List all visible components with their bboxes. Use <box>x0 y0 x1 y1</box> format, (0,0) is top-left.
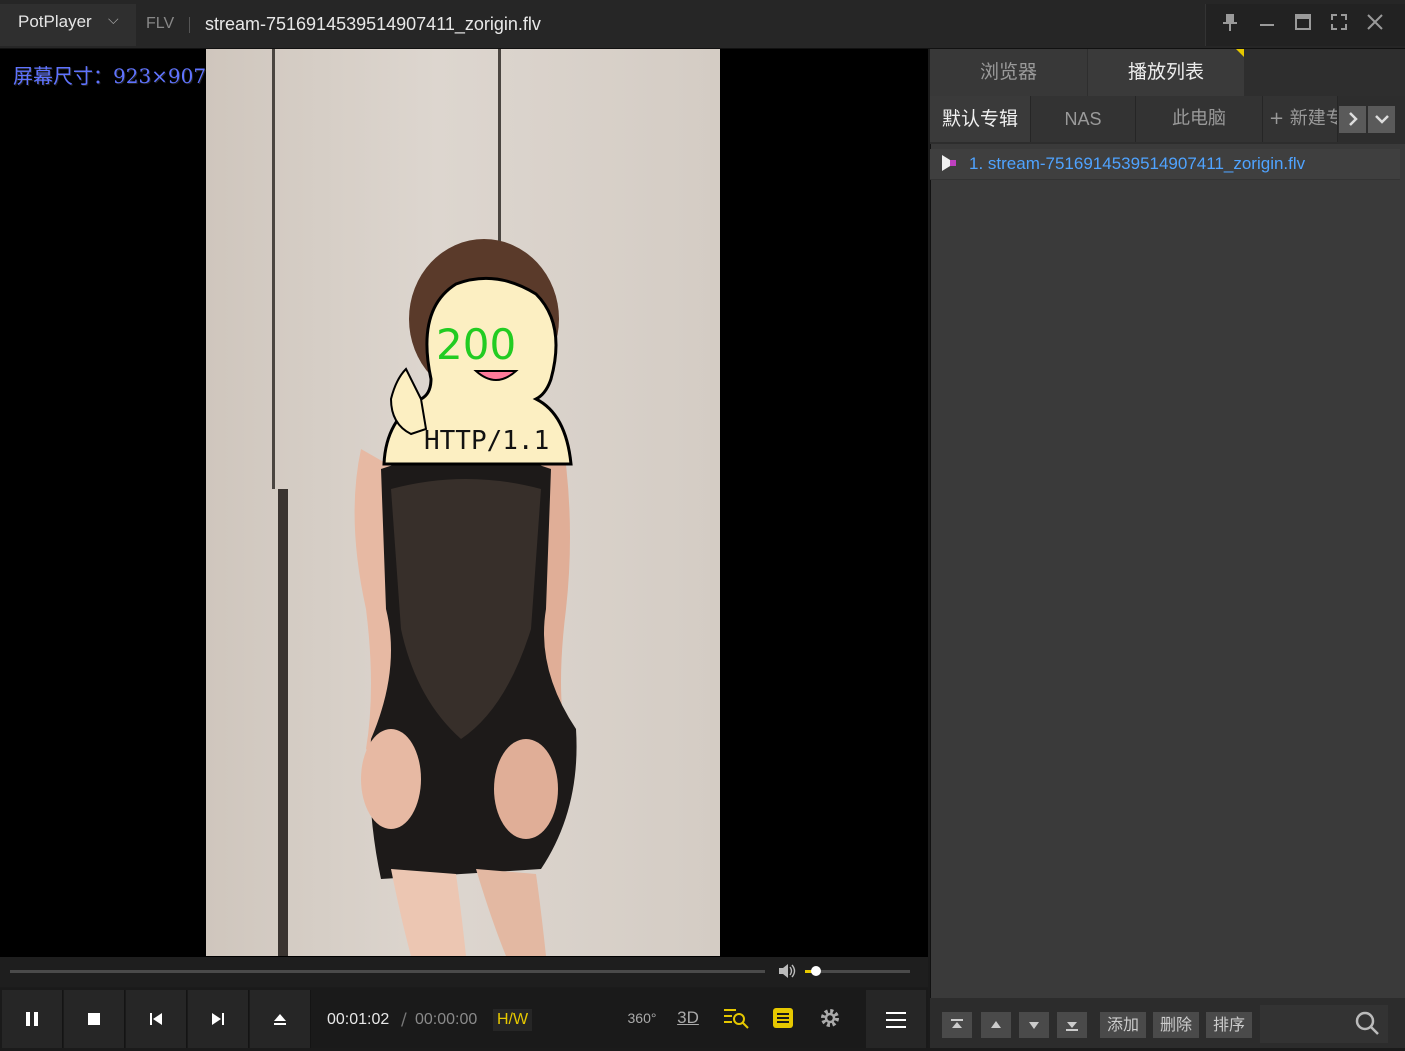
sticker-protocol: HTTP/1.1 <box>424 426 549 456</box>
volume-slider[interactable] <box>805 970 910 973</box>
sticker-status-code: 200 <box>436 320 516 369</box>
settings-gear-icon[interactable] <box>816 1003 844 1033</box>
move-top-icon[interactable] <box>942 1012 972 1038</box>
fullscreen-icon[interactable] <box>1326 10 1352 36</box>
tab-nas[interactable]: NAS <box>1031 96 1136 142</box>
vr-360-icon[interactable]: 360° <box>624 1003 660 1033</box>
format-label: FLV <box>146 15 175 32</box>
tab-default-album[interactable]: 默认专辑 <box>930 96 1031 142</box>
osd-screen-size: 屏幕尺寸：923×907 <box>13 64 207 88</box>
pin-icon[interactable] <box>1217 10 1243 36</box>
stop-button[interactable] <box>64 990 125 1048</box>
add-button[interactable]: 添加 <box>1100 1012 1146 1038</box>
time-separator: / <box>401 1010 407 1030</box>
3d-icon[interactable]: 3D <box>674 1003 702 1033</box>
volume-icon[interactable] <box>778 963 796 983</box>
new-album-button[interactable]: + 新建专辑 <box>1263 96 1338 142</box>
app-name[interactable]: PotPlayer <box>18 12 92 32</box>
now-playing-marker <box>950 160 956 166</box>
active-tab-marker <box>1236 49 1244 57</box>
time-current: 00:01:02 <box>327 1011 390 1028</box>
move-up-icon[interactable] <box>981 1012 1011 1038</box>
chevron-down-icon[interactable]: ⌵ <box>108 12 119 28</box>
minimize-icon[interactable] <box>1254 10 1280 36</box>
playlist-search-icon[interactable] <box>720 1003 752 1033</box>
chevron-right-icon[interactable] <box>1339 106 1366 133</box>
volume-knob[interactable] <box>810 966 821 976</box>
playlist-panel <box>930 49 1405 1048</box>
eject-button[interactable] <box>250 990 311 1048</box>
playlist-item-label[interactable]: 1. stream-7516914539514907411_zorigin.fl… <box>969 154 1305 174</box>
maximize-icon[interactable] <box>1290 10 1316 36</box>
search-icon[interactable] <box>1354 1010 1380 1042</box>
previous-button[interactable] <box>126 990 187 1048</box>
delete-button[interactable]: 删除 <box>1153 1012 1199 1038</box>
sort-button[interactable]: 排序 <box>1206 1012 1252 1038</box>
move-down-icon[interactable] <box>1019 1012 1049 1038</box>
divider <box>189 17 190 33</box>
window-title: stream-7516914539514907411_zorigin.flv <box>205 14 541 34</box>
subtitle-icon[interactable] <box>770 1003 796 1033</box>
next-button[interactable] <box>188 990 249 1048</box>
close-icon[interactable] <box>1362 10 1388 36</box>
tab-this-pc[interactable]: 此电脑 <box>1136 96 1263 142</box>
time-total: 00:00:00 <box>415 1011 478 1028</box>
chevron-down-icon[interactable] <box>1368 106 1395 133</box>
video-frame: 200 HTTP/1.1 <box>206 49 720 956</box>
pause-button[interactable] <box>2 990 63 1048</box>
menu-button[interactable] <box>866 990 926 1048</box>
move-bottom-icon[interactable] <box>1057 1012 1087 1038</box>
aspect-ratio-button[interactable]: H/W <box>493 1009 533 1031</box>
tab-playlist[interactable]: 播放列表 <box>1088 49 1244 96</box>
seek-slider[interactable] <box>10 970 765 973</box>
tab-browser[interactable]: 浏览器 <box>930 49 1087 96</box>
